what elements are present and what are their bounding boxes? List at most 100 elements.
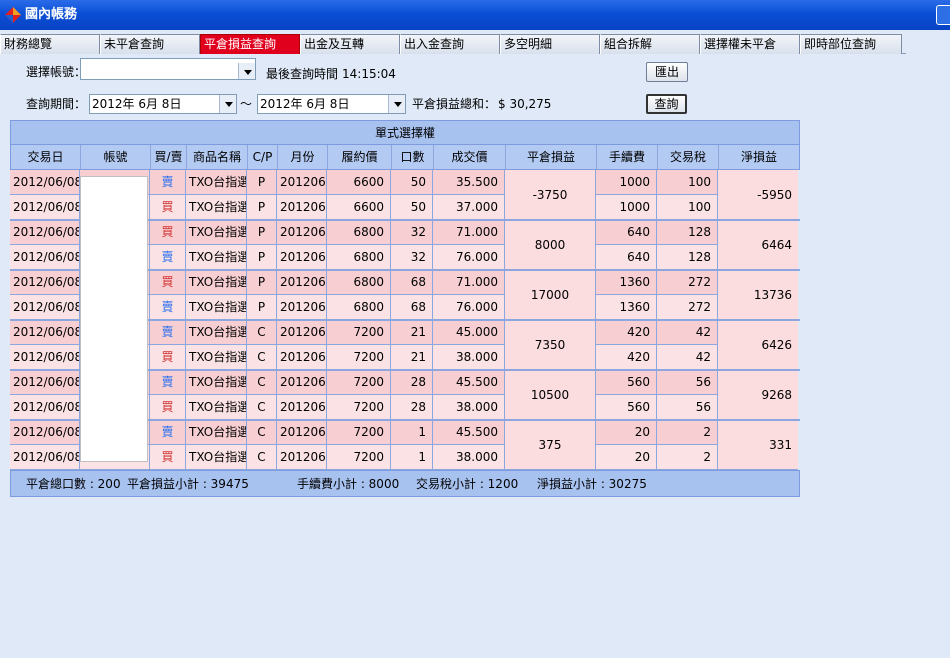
cell-side: 買 — [150, 195, 186, 220]
cell-product: TXO台指選 — [186, 245, 247, 270]
window-control-button[interactable] — [936, 5, 950, 25]
summary-net-subtotal: 淨損益小計 : 30275 — [537, 477, 647, 491]
tab-finance-overview[interactable]: 財務總覽 — [0, 34, 100, 54]
header-closed-pnl[interactable]: 平倉損益 — [506, 145, 597, 169]
cell-tax: 128 — [657, 220, 718, 245]
cell-month: 201206 — [277, 220, 327, 245]
cell-product: TXO台指選 — [186, 320, 247, 345]
cell-strike: 6600 — [327, 195, 391, 220]
cell-qty: 68 — [391, 270, 433, 295]
app-logo-icon — [5, 7, 21, 23]
date-to-value: 2012年 6月 8日 — [260, 97, 350, 111]
account-label: 選擇帳號： — [26, 65, 87, 79]
header-tax[interactable]: 交易稅 — [658, 145, 719, 169]
export-button[interactable]: 匯出 — [646, 62, 688, 82]
cell-cp: C — [247, 370, 277, 395]
cell-price: 45.500 — [433, 420, 505, 445]
chevron-down-icon[interactable] — [238, 63, 255, 79]
cell-month: 201206 — [277, 395, 327, 420]
cell-fee: 1000 — [596, 195, 657, 220]
cell-date: 2012/06/08 — [10, 320, 80, 345]
cell-side: 買 — [150, 445, 186, 470]
date-from-value: 2012年 6月 8日 — [92, 97, 182, 111]
account-select[interactable] — [80, 58, 256, 80]
cell-net-pnl: 6426 — [718, 320, 798, 370]
cell-product: TXO台指選 — [186, 345, 247, 370]
tab-long-short-detail[interactable]: 多空明細 — [500, 34, 600, 54]
tab-realtime-position[interactable]: 即時部位查詢 — [800, 34, 902, 54]
date-to-picker[interactable]: 2012年 6月 8日 — [257, 94, 406, 114]
cell-qty: 68 — [391, 295, 433, 320]
cell-month: 201206 — [277, 270, 327, 295]
header-product[interactable]: 商品名稱 — [187, 145, 248, 169]
cell-qty: 21 — [391, 345, 433, 370]
cell-price: 45.000 — [433, 320, 505, 345]
cell-strike: 7200 — [327, 445, 391, 470]
cell-date: 2012/06/08 — [10, 270, 80, 295]
cell-tax: 56 — [657, 395, 718, 420]
cell-price: 71.000 — [433, 220, 505, 245]
cell-side: 買 — [150, 220, 186, 245]
cell-date: 2012/06/08 — [10, 420, 80, 445]
cell-tax: 272 — [657, 270, 718, 295]
cell-side: 賣 — [150, 245, 186, 270]
cell-tax: 272 — [657, 295, 718, 320]
cell-side: 買 — [150, 270, 186, 295]
date-from-picker[interactable]: 2012年 6月 8日 — [89, 94, 237, 114]
chevron-down-icon[interactable] — [388, 95, 405, 113]
cell-fee: 640 — [596, 220, 657, 245]
cell-strike: 7200 — [327, 395, 391, 420]
cell-product: TXO台指選 — [186, 395, 247, 420]
cell-qty: 28 — [391, 395, 433, 420]
cell-strike: 6800 — [327, 270, 391, 295]
tab-deposit-withdraw-query[interactable]: 出入金查詢 — [400, 34, 500, 54]
window-titlebar: 國內帳務 — [0, 0, 950, 30]
cell-fee: 560 — [596, 370, 657, 395]
cell-price: 45.500 — [433, 370, 505, 395]
cell-qty: 21 — [391, 320, 433, 345]
header-cp[interactable]: C/P — [248, 145, 278, 169]
cell-fee: 1000 — [596, 170, 657, 195]
tab-open-positions[interactable]: 未平倉查詢 — [100, 34, 200, 54]
summary-fee-subtotal: 手續費小計 : 8000 — [297, 477, 400, 491]
tab-closed-pnl[interactable]: 平倉損益查詢 — [200, 34, 300, 54]
cell-month: 201206 — [277, 320, 327, 345]
header-qty[interactable]: 口數 — [392, 145, 434, 169]
cell-month: 201206 — [277, 295, 327, 320]
tab-withdraw-transfer[interactable]: 出金及互轉 — [300, 34, 400, 54]
tab-bar: 財務總覽 未平倉查詢 平倉損益查詢 出金及互轉 出入金查詢 多空明細 組合拆解 … — [0, 34, 906, 54]
cell-product: TXO台指選 — [186, 370, 247, 395]
cell-date: 2012/06/08 — [10, 445, 80, 470]
chevron-down-icon[interactable] — [219, 95, 236, 113]
period-label: 查詢期間： — [26, 97, 87, 111]
header-trade-date[interactable]: 交易日 — [11, 145, 81, 169]
header-price[interactable]: 成交價 — [434, 145, 506, 169]
cell-qty: 1 — [391, 445, 433, 470]
tab-option-open[interactable]: 選擇權未平倉 — [700, 34, 800, 54]
cell-fee: 1360 — [596, 270, 657, 295]
cell-month: 201206 — [277, 195, 327, 220]
cell-qty: 28 — [391, 370, 433, 395]
cell-strike: 6800 — [327, 245, 391, 270]
header-strike[interactable]: 履約價 — [328, 145, 392, 169]
header-side[interactable]: 買/賣 — [151, 145, 187, 169]
tab-combo-split[interactable]: 組合拆解 — [600, 34, 700, 54]
cell-net-pnl: 13736 — [718, 270, 798, 320]
header-month[interactable]: 月份 — [278, 145, 328, 169]
cell-price: 38.000 — [433, 395, 505, 420]
cell-product: TXO台指選 — [186, 420, 247, 445]
cell-month: 201206 — [277, 420, 327, 445]
cell-closed-pnl: -3750 — [505, 170, 596, 220]
cell-cp: P — [247, 220, 277, 245]
header-account[interactable]: 帳號 — [81, 145, 151, 169]
cell-closed-pnl: 375 — [505, 420, 596, 470]
cell-side: 賣 — [150, 370, 186, 395]
header-fee[interactable]: 手續費 — [597, 145, 658, 169]
cell-month: 201206 — [277, 370, 327, 395]
cell-month: 201206 — [277, 170, 327, 195]
cell-tax: 2 — [657, 420, 718, 445]
search-button[interactable]: 查詢 — [646, 94, 687, 114]
cell-cp: P — [247, 270, 277, 295]
header-net-pnl[interactable]: 淨損益 — [719, 145, 799, 169]
cell-qty: 32 — [391, 220, 433, 245]
